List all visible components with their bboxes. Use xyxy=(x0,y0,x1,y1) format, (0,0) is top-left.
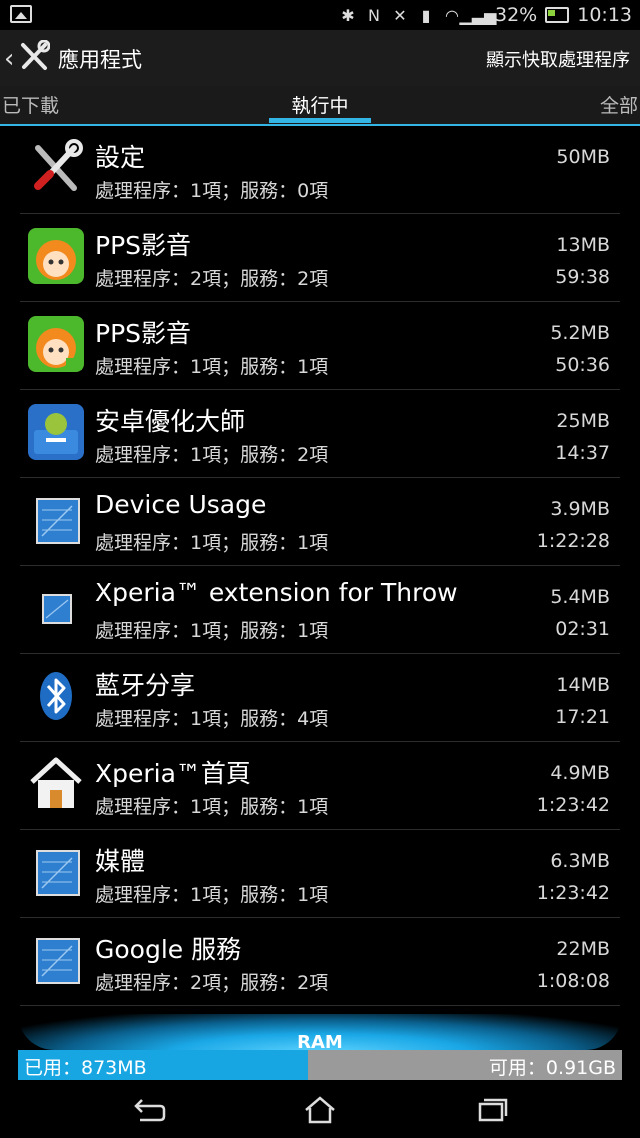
app-memory-size: 6.3MB xyxy=(550,850,610,872)
app-process-detail: 處理程序：2項；服務：2項 xyxy=(95,268,329,290)
app-name: 藍牙分享 xyxy=(95,671,196,700)
app-memory-size: 22MB xyxy=(556,938,610,960)
app-memory-size: 25MB xyxy=(556,410,610,432)
ram-free-text: 可用：0.91GB xyxy=(488,1057,616,1079)
gallery-notification-icon xyxy=(10,5,32,23)
app-process-detail: 處理程序：1項；服務：1項 xyxy=(95,796,329,818)
app-run-time: 1:23:42 xyxy=(536,794,610,816)
app-name: Device Usage xyxy=(95,490,267,519)
android-toolbox-icon xyxy=(28,404,84,460)
app-process-detail: 處理程序：1項；服務：2項 xyxy=(95,444,329,466)
list-item[interactable]: 安卓優化大師 處理程序：1項；服務：2項 25MB 14:37 xyxy=(20,390,620,478)
settings-tools-icon[interactable] xyxy=(18,40,50,74)
app-run-time: 1:23:42 xyxy=(536,882,610,904)
bluetooth-status-icon: ✱ xyxy=(341,5,355,25)
app-name: 媒體 xyxy=(95,847,146,876)
home-nav-icon[interactable] xyxy=(300,1094,340,1126)
app-name: Xperia™首頁 xyxy=(95,759,251,788)
app-name: Xperia™ extension for Throw xyxy=(95,578,458,607)
nfc-icon: N xyxy=(368,5,380,25)
back-icon[interactable] xyxy=(128,1094,168,1126)
ram-usage-panel: RAM 已用：873MB 可用：0.91GB xyxy=(18,1014,622,1082)
vibrate-off-icon: ✕ xyxy=(393,5,407,25)
running-app-list: 設定 處理程序：1項；服務：0項 50MB PPS影音 處理程序：2項；服務：2… xyxy=(20,126,620,1006)
app-run-time: 14:37 xyxy=(555,442,610,464)
app-process-detail: 處理程序：2項；服務：2項 xyxy=(95,972,329,994)
app-memory-size: 4.9MB xyxy=(550,762,610,784)
tab-indicator xyxy=(269,118,371,123)
list-item[interactable]: PPS影音 處理程序：1項；服務：1項 5.2MB 50:36 xyxy=(20,302,620,390)
action-bar: ‹ 應用程式 顯示快取處理程序 xyxy=(0,30,640,86)
navigation-bar xyxy=(0,1082,640,1138)
list-item[interactable]: Device Usage 處理程序：1項；服務：1項 3.9MB 1:22:28 xyxy=(20,478,620,566)
app-memory-size: 3.9MB xyxy=(550,498,610,520)
blueprint-icon xyxy=(36,850,80,896)
list-item[interactable]: 媒體 處理程序：1項；服務：1項 6.3MB 1:23:42 xyxy=(20,830,620,918)
pps-icon xyxy=(28,228,84,284)
app-process-detail: 處理程序：1項；服務：1項 xyxy=(95,356,329,378)
app-run-time: 1:08:08 xyxy=(536,970,610,992)
app-memory-size: 5.2MB xyxy=(550,322,610,344)
home-icon xyxy=(30,757,82,808)
app-memory-size: 50MB xyxy=(556,146,610,168)
app-run-time: 50:36 xyxy=(555,354,610,376)
app-name: PPS影音 xyxy=(95,319,192,348)
ram-used-text: 已用：873MB xyxy=(24,1057,147,1079)
page-title[interactable]: 應用程式 xyxy=(58,44,142,74)
status-icons: ✱ N ✕ ▮ ◠ ▁▃▅ 32% 10:13 xyxy=(339,0,632,30)
bluetooth-icon xyxy=(40,672,72,720)
app-run-time: 02:31 xyxy=(555,618,610,640)
list-item[interactable]: Xperia™首頁 處理程序：1項；服務：1項 4.9MB 1:23:42 xyxy=(20,742,620,830)
app-run-time: 59:38 xyxy=(555,266,610,288)
no-sim-icon: ▮ xyxy=(421,5,431,25)
app-process-detail: 處理程序：1項；服務：4項 xyxy=(95,708,329,730)
status-bar: ✱ N ✕ ▮ ◠ ▁▃▅ 32% 10:13 xyxy=(0,0,640,30)
app-name: Google 服務 xyxy=(95,935,242,964)
clock: 10:13 xyxy=(577,4,632,26)
show-cached-processes-button[interactable]: 顯示快取處理程序 xyxy=(486,46,630,72)
list-item[interactable]: Google 服務 處理程序：2項；服務：2項 22MB 1:08:08 xyxy=(20,918,620,1006)
tab-bar: 已下載 執行中 全部 xyxy=(0,86,640,126)
battery-icon xyxy=(545,7,570,23)
app-process-detail: 處理程序：1項；服務：1項 xyxy=(95,620,329,642)
recent-apps-icon[interactable] xyxy=(472,1094,512,1126)
app-memory-size: 5.4MB xyxy=(550,586,610,608)
app-run-time: 1:22:28 xyxy=(536,530,610,552)
app-memory-size: 14MB xyxy=(556,674,610,696)
signal-icon: ▁▃▅ xyxy=(459,5,497,25)
list-item[interactable]: PPS影音 處理程序：2項；服務：2項 13MB 59:38 xyxy=(20,214,620,302)
tab-running[interactable]: 執行中 xyxy=(0,91,640,118)
list-item[interactable]: 設定 處理程序：1項；服務：0項 50MB xyxy=(20,126,620,214)
tab-all[interactable]: 全部 xyxy=(600,91,638,118)
app-name: 安卓優化大師 xyxy=(95,407,246,436)
app-name: 設定 xyxy=(95,143,146,172)
list-item[interactable]: 藍牙分享 處理程序：1項；服務：4項 14MB 17:21 xyxy=(20,654,620,742)
app-memory-size: 13MB xyxy=(556,234,610,256)
back-chevron-icon[interactable]: ‹ xyxy=(4,44,14,74)
app-process-detail: 處理程序：1項；服務：1項 xyxy=(95,884,329,906)
wifi-icon: ◠ xyxy=(445,5,459,25)
tools-icon xyxy=(34,139,83,191)
blueprint-icon xyxy=(36,498,80,544)
list-item[interactable]: Xperia™ extension for Throw 處理程序：1項；服務：1… xyxy=(20,566,620,654)
ram-usage-bar: 已用：873MB 可用：0.91GB xyxy=(18,1050,622,1080)
app-name: PPS影音 xyxy=(95,231,192,260)
app-run-time: 17:21 xyxy=(555,706,610,728)
battery-percent: 32% xyxy=(495,4,538,26)
app-process-detail: 處理程序：1項；服務：0項 xyxy=(95,180,329,202)
blueprint-small-icon xyxy=(42,594,72,624)
blueprint-icon xyxy=(36,938,80,984)
pps-hd-icon xyxy=(28,316,84,372)
app-process-detail: 處理程序：1項；服務：1項 xyxy=(95,532,329,554)
